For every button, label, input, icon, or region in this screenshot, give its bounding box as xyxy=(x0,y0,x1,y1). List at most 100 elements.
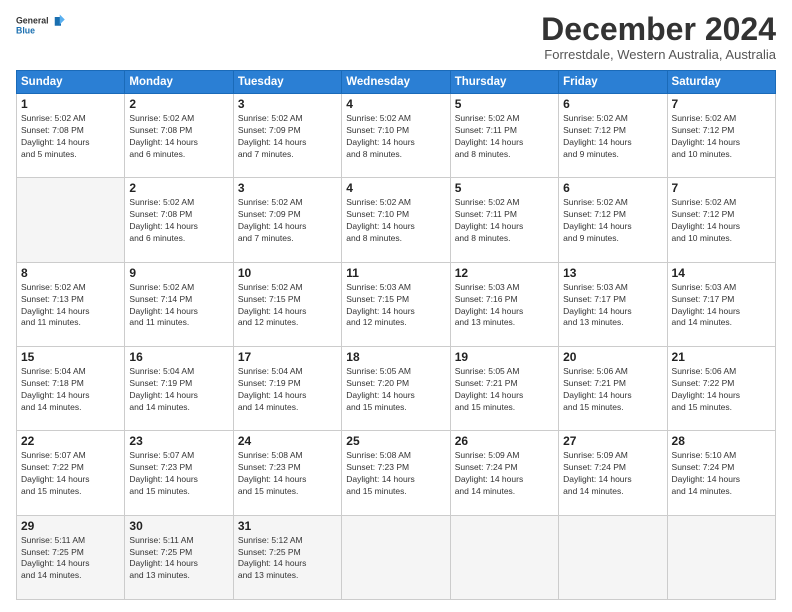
calendar-cell: 15 Sunrise: 5:04 AM Sunset: 7:18 PM Dayli… xyxy=(17,347,125,431)
day-number: 14 xyxy=(672,266,771,280)
title-section: December 2024 Forrestdale, Western Austr… xyxy=(541,12,776,62)
calendar-cell: 1 Sunrise: 5:02 AM Sunset: 7:08 PM Daylig… xyxy=(17,94,125,178)
day-number: 1 xyxy=(21,97,120,111)
day-info: Sunrise: 5:07 AM Sunset: 7:22 PM Dayligh… xyxy=(21,450,120,498)
day-info: Sunrise: 5:02 AM Sunset: 7:10 PM Dayligh… xyxy=(346,197,445,245)
day-info: Sunrise: 5:04 AM Sunset: 7:18 PM Dayligh… xyxy=(21,366,120,414)
day-info: Sunrise: 5:03 AM Sunset: 7:17 PM Dayligh… xyxy=(563,282,662,330)
day-number: 27 xyxy=(563,434,662,448)
calendar-cell: 12 Sunrise: 5:03 AM Sunset: 7:16 PM Dayli… xyxy=(450,262,558,346)
calendar-cell: 24Sunrise: 5:08 AM Sunset: 7:23 PM Dayli… xyxy=(233,431,341,515)
day-number: 11 xyxy=(346,266,445,280)
calendar-cell: 4 Sunrise: 5:02 AM Sunset: 7:10 PM Daylig… xyxy=(342,178,450,262)
day-info: Sunrise: 5:09 AM Sunset: 7:24 PM Dayligh… xyxy=(563,450,662,498)
calendar-cell: 3 Sunrise: 5:02 AM Sunset: 7:09 PM Daylig… xyxy=(233,94,341,178)
day-number: 28 xyxy=(672,434,771,448)
calendar-cell: 18 Sunrise: 5:05 AM Sunset: 7:20 PM Dayli… xyxy=(342,347,450,431)
day-number: 26 xyxy=(455,434,554,448)
col-tuesday: Tuesday xyxy=(233,71,341,94)
day-info: Sunrise: 5:02 AM Sunset: 7:08 PM Dayligh… xyxy=(21,113,120,161)
day-info: Sunrise: 5:07 AM Sunset: 7:23 PM Dayligh… xyxy=(129,450,228,498)
day-info: Sunrise: 5:03 AM Sunset: 7:15 PM Dayligh… xyxy=(346,282,445,330)
calendar-cell: 17Sunrise: 5:04 AM Sunset: 7:19 PM Dayli… xyxy=(233,347,341,431)
calendar-cell: 6Sunrise: 5:02 AM Sunset: 7:12 PM Daylig… xyxy=(559,178,667,262)
day-info: Sunrise: 5:08 AM Sunset: 7:23 PM Dayligh… xyxy=(346,450,445,498)
calendar-cell: 13 Sunrise: 5:03 AM Sunset: 7:17 PM Dayli… xyxy=(559,262,667,346)
col-wednesday: Wednesday xyxy=(342,71,450,94)
day-number: 30 xyxy=(129,519,228,533)
calendar-cell: 16 Sunrise: 5:04 AM Sunset: 7:19 PM Dayli… xyxy=(125,347,233,431)
calendar-cell: 26Sunrise: 5:09 AM Sunset: 7:24 PM Dayli… xyxy=(450,431,558,515)
day-number: 16 xyxy=(129,350,228,364)
day-number: 3 xyxy=(238,181,337,195)
day-number: 20 xyxy=(563,350,662,364)
calendar-cell: 30Sunrise: 5:11 AM Sunset: 7:25 PM Dayli… xyxy=(125,515,233,599)
day-number: 12 xyxy=(455,266,554,280)
svg-text:Blue: Blue xyxy=(16,25,35,35)
calendar-cell: 29Sunrise: 5:11 AM Sunset: 7:25 PM Dayli… xyxy=(17,515,125,599)
day-info: Sunrise: 5:06 AM Sunset: 7:21 PM Dayligh… xyxy=(563,366,662,414)
day-number: 9 xyxy=(129,266,228,280)
day-number: 6 xyxy=(563,97,662,111)
day-number: 24 xyxy=(238,434,337,448)
day-number: 17 xyxy=(238,350,337,364)
calendar-cell: 6 Sunrise: 5:02 AM Sunset: 7:12 PM Daylig… xyxy=(559,94,667,178)
day-number: 18 xyxy=(346,350,445,364)
day-number: 4 xyxy=(346,97,445,111)
day-info: Sunrise: 5:03 AM Sunset: 7:17 PM Dayligh… xyxy=(672,282,771,330)
calendar-cell: 5Sunrise: 5:02 AM Sunset: 7:11 PM Daylig… xyxy=(450,94,558,178)
calendar-header-row: Sunday Monday Tuesday Wednesday Thursday… xyxy=(17,71,776,94)
calendar-cell: 9 Sunrise: 5:02 AM Sunset: 7:14 PM Daylig… xyxy=(125,262,233,346)
table-row: 2Sunrise: 5:02 AM Sunset: 7:08 PM Daylig… xyxy=(17,178,776,262)
day-number: 4 xyxy=(346,181,445,195)
day-number: 31 xyxy=(238,519,337,533)
day-info: Sunrise: 5:04 AM Sunset: 7:19 PM Dayligh… xyxy=(129,366,228,414)
calendar-cell: 21Sunrise: 5:06 AM Sunset: 7:22 PM Dayli… xyxy=(667,347,775,431)
day-info: Sunrise: 5:02 AM Sunset: 7:09 PM Dayligh… xyxy=(238,197,337,245)
day-number: 2 xyxy=(129,181,228,195)
day-number: 10 xyxy=(238,266,337,280)
calendar-cell: 19Sunrise: 5:05 AM Sunset: 7:21 PM Dayli… xyxy=(450,347,558,431)
calendar-cell: 3 Sunrise: 5:02 AM Sunset: 7:09 PM Daylig… xyxy=(233,178,341,262)
day-info: Sunrise: 5:02 AM Sunset: 7:11 PM Dayligh… xyxy=(455,197,554,245)
day-info: Sunrise: 5:02 AM Sunset: 7:12 PM Dayligh… xyxy=(672,113,771,161)
day-number: 3 xyxy=(238,97,337,111)
calendar-cell: 20 Sunrise: 5:06 AM Sunset: 7:21 PM Dayli… xyxy=(559,347,667,431)
col-saturday: Saturday xyxy=(667,71,775,94)
col-thursday: Thursday xyxy=(450,71,558,94)
calendar-cell: 11 Sunrise: 5:03 AM Sunset: 7:15 PM Dayli… xyxy=(342,262,450,346)
day-number: 13 xyxy=(563,266,662,280)
day-info: Sunrise: 5:02 AM Sunset: 7:12 PM Dayligh… xyxy=(672,197,771,245)
day-number: 15 xyxy=(21,350,120,364)
day-info: Sunrise: 5:02 AM Sunset: 7:12 PM Dayligh… xyxy=(563,197,662,245)
day-number: 2 xyxy=(129,97,228,111)
day-info: Sunrise: 5:03 AM Sunset: 7:16 PM Dayligh… xyxy=(455,282,554,330)
day-info: Sunrise: 5:05 AM Sunset: 7:21 PM Dayligh… xyxy=(455,366,554,414)
day-info: Sunrise: 5:02 AM Sunset: 7:14 PM Dayligh… xyxy=(129,282,228,330)
table-row: 29Sunrise: 5:11 AM Sunset: 7:25 PM Dayli… xyxy=(17,515,776,599)
calendar-cell: 31Sunrise: 5:12 AM Sunset: 7:25 PM Dayli… xyxy=(233,515,341,599)
calendar-cell: 25 Sunrise: 5:08 AM Sunset: 7:23 PM Dayli… xyxy=(342,431,450,515)
day-number: 25 xyxy=(346,434,445,448)
calendar-cell: 14 Sunrise: 5:03 AM Sunset: 7:17 PM Dayli… xyxy=(667,262,775,346)
page: General Blue December 2024 Forrestdale, … xyxy=(0,0,792,612)
header: General Blue December 2024 Forrestdale, … xyxy=(16,12,776,62)
day-info: Sunrise: 5:02 AM Sunset: 7:12 PM Dayligh… xyxy=(563,113,662,161)
calendar-cell: 2Sunrise: 5:02 AM Sunset: 7:08 PM Daylig… xyxy=(125,178,233,262)
day-info: Sunrise: 5:02 AM Sunset: 7:11 PM Dayligh… xyxy=(455,113,554,161)
logo-icon: General Blue xyxy=(16,12,66,37)
day-number: 21 xyxy=(672,350,771,364)
day-info: Sunrise: 5:02 AM Sunset: 7:09 PM Dayligh… xyxy=(238,113,337,161)
day-info: Sunrise: 5:02 AM Sunset: 7:08 PM Dayligh… xyxy=(129,113,228,161)
calendar-cell: 7Sunrise: 5:02 AM Sunset: 7:12 PM Daylig… xyxy=(667,94,775,178)
calendar-table: Sunday Monday Tuesday Wednesday Thursday… xyxy=(16,70,776,600)
calendar-cell: 10 Sunrise: 5:02 AM Sunset: 7:15 PM Dayli… xyxy=(233,262,341,346)
calendar-cell: 8Sunrise: 5:02 AM Sunset: 7:13 PM Daylig… xyxy=(17,262,125,346)
calendar-cell: 5Sunrise: 5:02 AM Sunset: 7:11 PM Daylig… xyxy=(450,178,558,262)
day-info: Sunrise: 5:02 AM Sunset: 7:15 PM Dayligh… xyxy=(238,282,337,330)
day-info: Sunrise: 5:05 AM Sunset: 7:20 PM Dayligh… xyxy=(346,366,445,414)
calendar-cell xyxy=(667,515,775,599)
calendar-cell xyxy=(559,515,667,599)
col-sunday: Sunday xyxy=(17,71,125,94)
col-friday: Friday xyxy=(559,71,667,94)
